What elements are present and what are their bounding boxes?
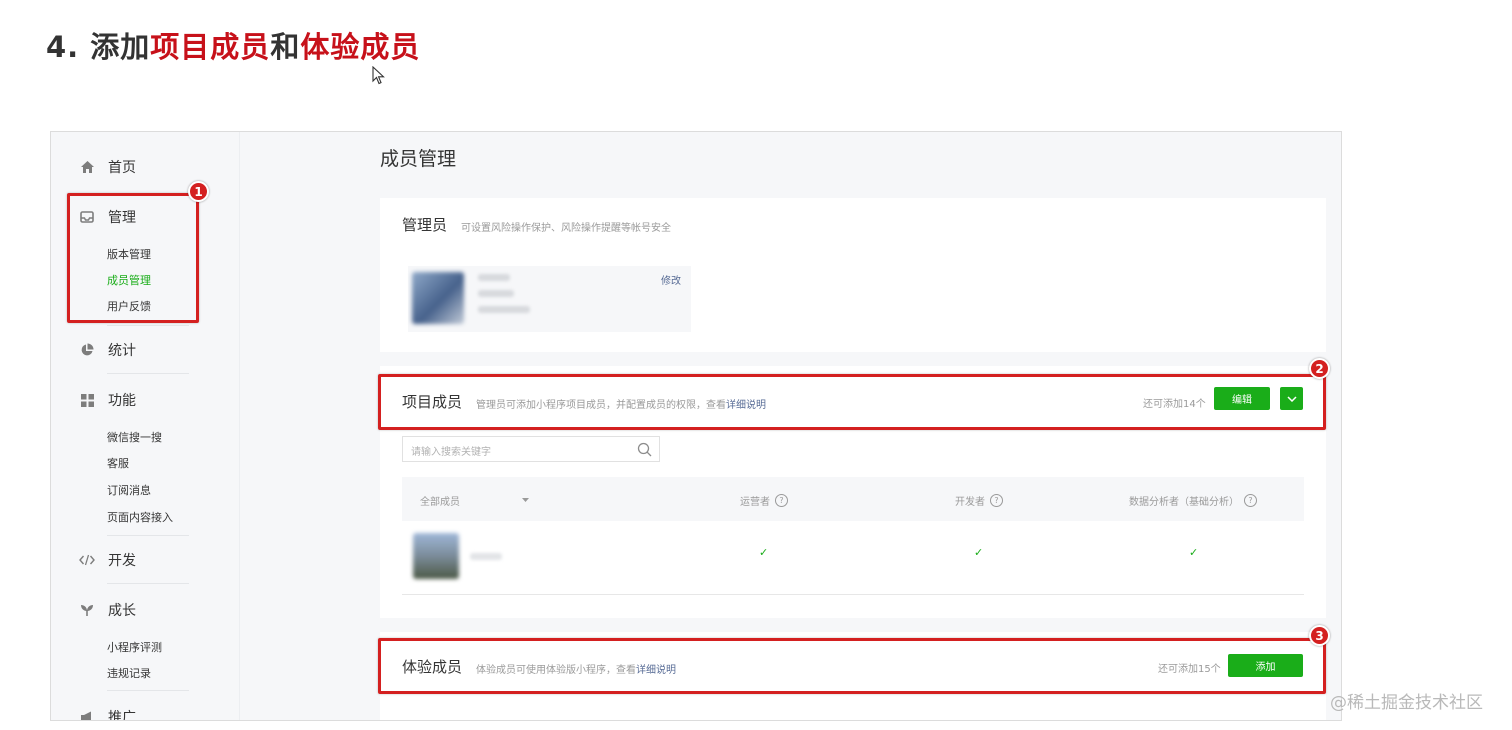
member-search-input[interactable]: 请输入搜索关键字: [402, 436, 660, 462]
search-placeholder: 请输入搜索关键字: [411, 447, 491, 458]
home-icon: [79, 159, 95, 175]
annotation-badge-1: 1: [188, 181, 209, 202]
heading-prefix: 4. 添加: [46, 30, 151, 64]
row-divider: [402, 594, 1304, 595]
column-label: 运营者: [740, 497, 770, 508]
watermark: @稀土掘金技术社区: [1330, 693, 1483, 713]
admin-section-desc: 可设置风险操作保护、风险操作提醒等帐号安全: [461, 223, 671, 234]
sidebar-item-stats[interactable]: 统计: [79, 340, 136, 360]
pie-chart-icon: [79, 342, 95, 358]
sidebar-item-stats-label: 统计: [108, 343, 136, 359]
blurred-date: [478, 306, 530, 313]
blurred-member-name: [470, 553, 502, 560]
search-icon: [637, 442, 652, 457]
mouse-cursor-icon: [372, 66, 385, 85]
sidebar-item-promote-label: 推广: [108, 710, 136, 721]
avatar: [412, 272, 464, 324]
sidebar-item-mini-program-review[interactable]: 小程序评测: [107, 639, 162, 655]
sidebar-item-features[interactable]: 功能: [79, 390, 136, 410]
sidebar-divider: [239, 132, 240, 720]
admin-profile: 修改: [408, 266, 691, 332]
sidebar-item-wechat-search[interactable]: 微信搜一搜: [107, 429, 162, 445]
member-avatar: [413, 533, 459, 579]
heading-project-members: 项目成员: [150, 30, 271, 64]
operator-check-icon: ✓: [759, 546, 769, 559]
page-title: 成员管理: [380, 148, 457, 170]
annotation-box-trial-members: [378, 638, 1326, 694]
column-label: 数据分析者（基础分析）: [1129, 497, 1239, 508]
admin-card: 管理员 可设置风险操作保护、风险操作提醒等帐号安全 修改: [380, 198, 1326, 352]
sidebar-item-customer-service[interactable]: 客服: [107, 455, 129, 471]
tutorial-heading: 4. 添加项目成员和体验成员: [46, 24, 420, 66]
divider: [107, 373, 189, 374]
sidebar-item-promote[interactable]: 推广: [79, 707, 136, 721]
column-label: 全部成员: [420, 497, 460, 508]
code-icon: [79, 552, 95, 568]
grid-icon: [79, 392, 95, 408]
caret-down-icon: [522, 498, 529, 502]
annotation-box-manage: [67, 193, 199, 323]
column-all-members[interactable]: 全部成员: [420, 493, 529, 508]
analyst-check-icon: ✓: [1189, 546, 1199, 559]
admin-section-title: 管理员: [402, 216, 448, 234]
megaphone-icon: [79, 709, 95, 720]
divider: [107, 325, 189, 326]
heading-trial-members: 体验成员: [300, 30, 421, 64]
admin-edit-link[interactable]: 修改: [661, 272, 681, 287]
sidebar-item-subscription[interactable]: 订阅消息: [107, 482, 151, 498]
help-icon[interactable]: ?: [775, 494, 788, 507]
sidebar-item-features-label: 功能: [108, 393, 136, 409]
column-data-analyst: 数据分析者（基础分析）?: [1129, 493, 1257, 508]
blurred-name: [478, 274, 510, 281]
column-label: 开发者: [955, 497, 985, 508]
sidebar-item-page-content[interactable]: 页面内容接入: [107, 509, 173, 525]
heading-and: 和: [270, 30, 301, 64]
member-table-header: 全部成员 运营者? 开发者? 数据分析者（基础分析）?: [402, 477, 1304, 521]
annotation-box-project-members: [378, 374, 1326, 430]
sidebar-item-develop-label: 开发: [108, 553, 136, 569]
developer-check-icon: ✓: [974, 546, 984, 559]
column-developer: 开发者?: [955, 493, 1003, 508]
sidebar-item-violation-record[interactable]: 违规记录: [107, 665, 151, 681]
divider: [107, 535, 189, 536]
sidebar-item-home-label: 首页: [108, 160, 136, 176]
divider: [107, 583, 189, 584]
annotation-badge-3: 3: [1309, 625, 1330, 646]
sprout-icon: [79, 602, 95, 618]
help-icon[interactable]: ?: [1244, 494, 1257, 507]
sidebar-item-growth[interactable]: 成长: [79, 600, 136, 620]
sidebar-item-home[interactable]: 首页: [79, 157, 136, 177]
divider: [107, 690, 189, 691]
help-icon[interactable]: ?: [990, 494, 1003, 507]
sidebar-item-develop[interactable]: 开发: [79, 550, 136, 570]
annotation-badge-2: 2: [1309, 358, 1330, 379]
column-operator: 运营者?: [740, 493, 788, 508]
blurred-detail: [478, 290, 514, 297]
sidebar-item-growth-label: 成长: [108, 603, 136, 619]
